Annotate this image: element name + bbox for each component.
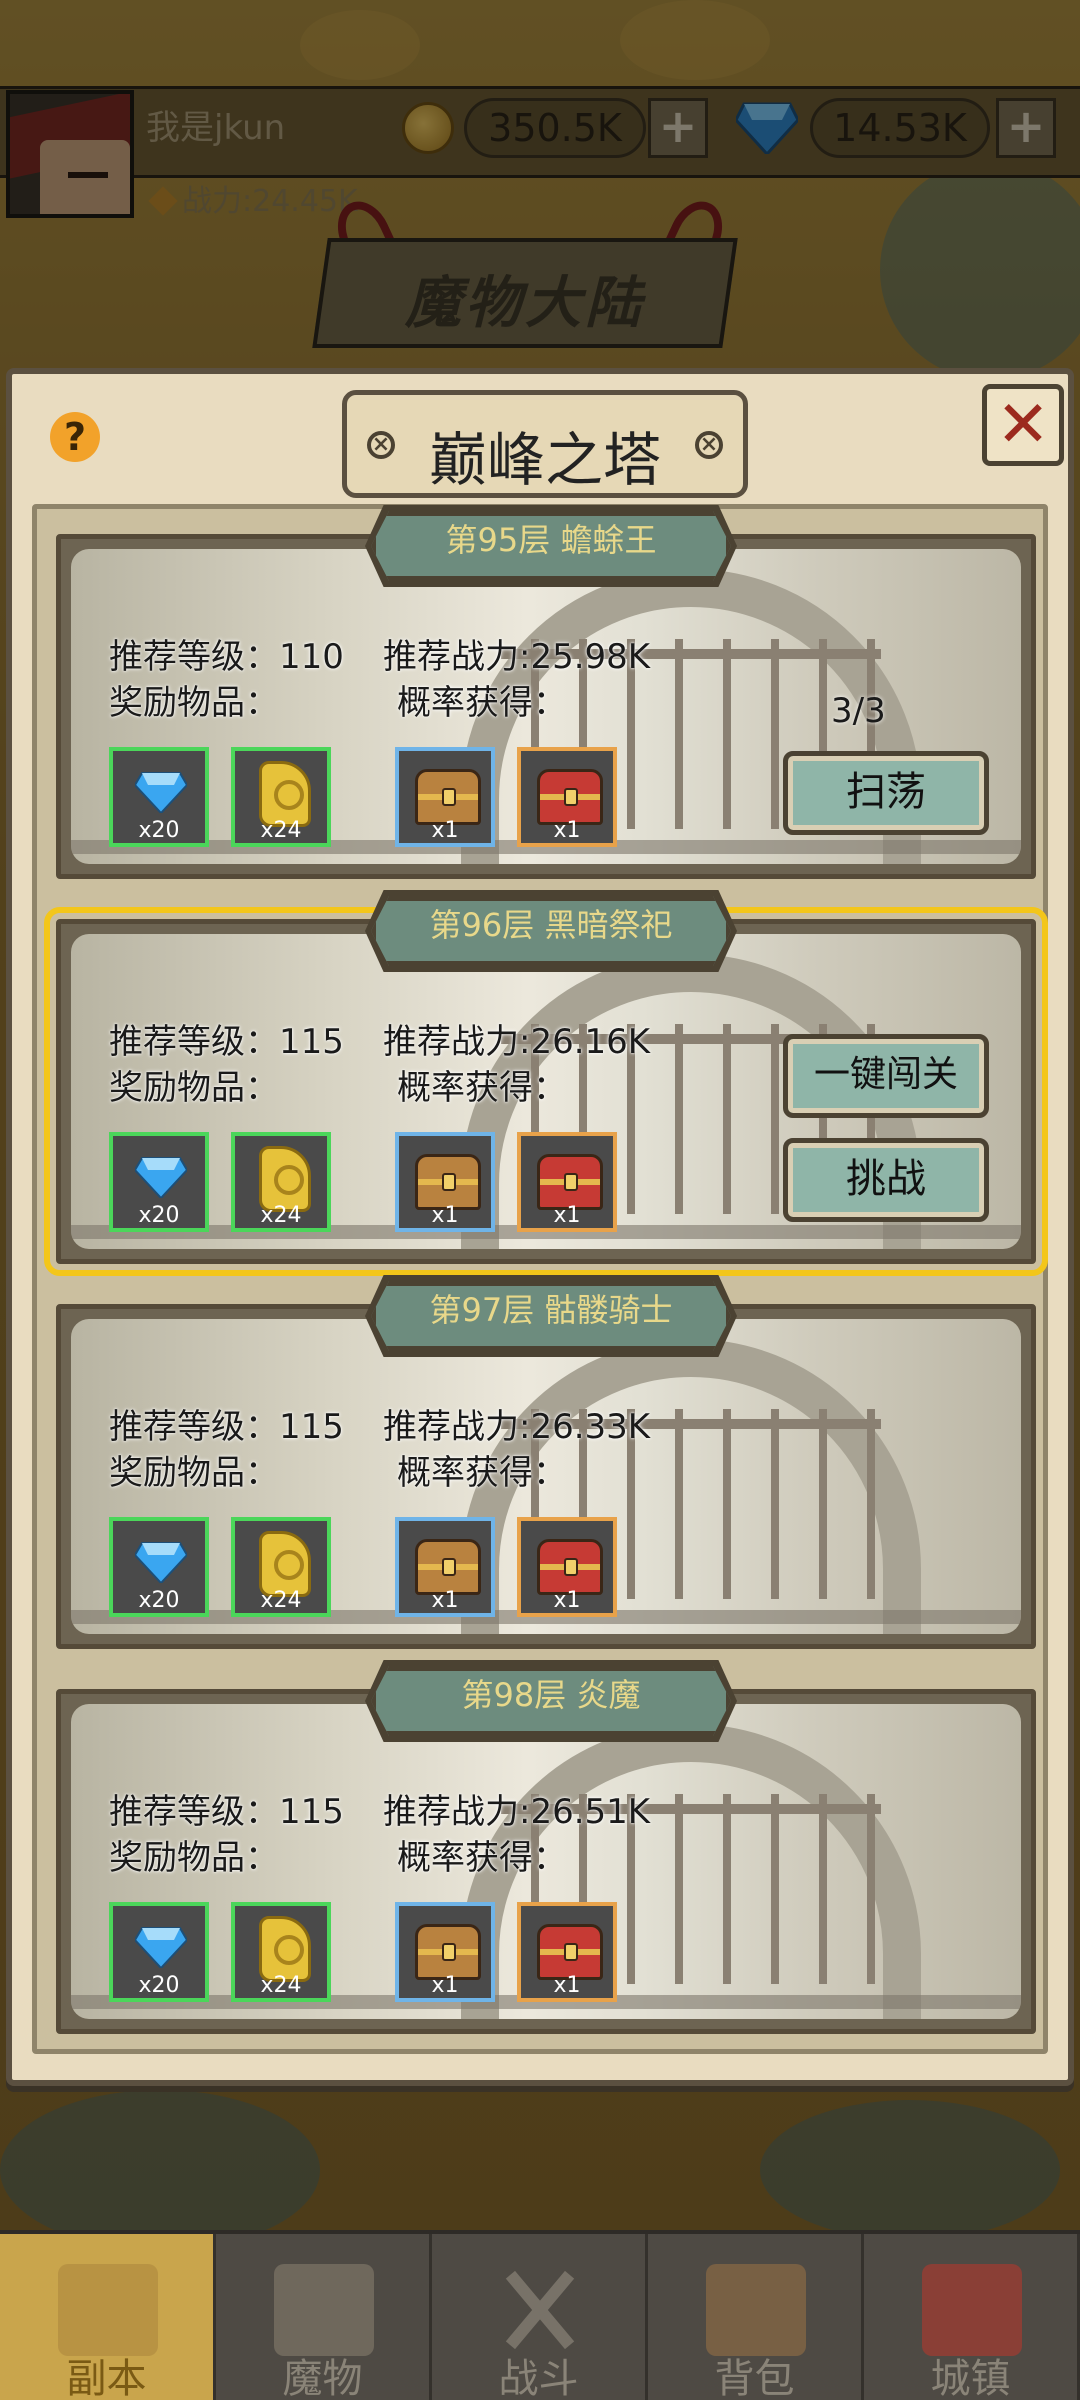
item-quantity: x1 (553, 818, 581, 843)
floor-title: 第95层 蟾蜍王 (445, 521, 657, 559)
treasure-chest-icon (415, 1539, 481, 1595)
item-quantity: x1 (553, 1588, 581, 1613)
floor-card-95[interactable]: 第95层 蟾蜍王 推荐等级：110 推荐战力:25.98K 奖励物品： 概率获得… (56, 505, 1036, 879)
chance-label: 概率获得： (397, 1068, 567, 1108)
gem-icon (135, 1542, 187, 1583)
floor-title: 第96层 黑暗祭祀 (429, 906, 673, 944)
nav-label: 城镇 (930, 2356, 1011, 2400)
drop-red-chest[interactable]: x1 (517, 1517, 617, 1617)
help-icon[interactable]: ? (50, 412, 100, 462)
reward-label: 奖励物品： (109, 683, 279, 723)
nav-backpack[interactable]: 背包 (648, 2234, 864, 2400)
nav-monster[interactable]: 魔物 (216, 2234, 432, 2400)
recommended-power: 推荐战力:26.16K (383, 1022, 651, 1062)
dialog-title: 巅峰之塔 (428, 426, 661, 494)
treasure-chest-icon (415, 1154, 481, 1210)
chance-label: 概率获得： (397, 683, 567, 723)
drop-wooden-chest[interactable]: x1 (395, 1902, 495, 2002)
one-click-clear-button[interactable]: 一键闯关 (783, 1034, 989, 1118)
reward-label: 奖励物品： (109, 1838, 279, 1878)
nav-town[interactable]: 城镇 (864, 2234, 1080, 2400)
gem-icon (135, 1157, 187, 1198)
item-quantity: x1 (431, 1588, 459, 1613)
helmet-icon (274, 2264, 374, 2356)
chance-label: 概率获得： (397, 1453, 567, 1493)
nav-battle[interactable]: 战斗 (432, 2234, 648, 2400)
treasure-chest-icon (415, 769, 481, 825)
treasure-chest-icon (537, 1154, 603, 1210)
recommended-level: 推荐等级：110 (109, 637, 344, 677)
drop-red-chest[interactable]: x1 (517, 747, 617, 847)
reward-gold-ore[interactable]: x24 (231, 747, 331, 847)
crossed-swords-icon (490, 2264, 590, 2356)
reward-gold-ore[interactable]: x24 (231, 1902, 331, 2002)
nav-label: 魔物 (282, 2356, 363, 2400)
gem-icon (135, 1927, 187, 1968)
recommended-level: 推荐等级：115 (109, 1022, 344, 1062)
item-quantity: x20 (138, 1588, 180, 1613)
item-quantity: x1 (431, 1203, 459, 1228)
item-quantity: x1 (431, 818, 459, 843)
reward-gem[interactable]: x20 (109, 1132, 209, 1232)
drop-wooden-chest[interactable]: x1 (395, 747, 495, 847)
bottom-navigation: 副本 魔物 战斗 背包 城镇 (0, 2230, 1080, 2400)
treasure-chest-icon (537, 769, 603, 825)
drop-red-chest[interactable]: x1 (517, 1902, 617, 2002)
nav-label: 战斗 (498, 2356, 579, 2400)
item-quantity: x24 (260, 1203, 302, 1228)
recommended-power: 推荐战力:26.33K (383, 1407, 651, 1447)
sweep-button[interactable]: 扫荡 (783, 751, 989, 835)
nav-dungeon[interactable]: 副本 (0, 2234, 216, 2400)
drop-wooden-chest[interactable]: x1 (395, 1132, 495, 1232)
nav-label: 副本 (66, 2356, 147, 2400)
drop-wooden-chest[interactable]: x1 (395, 1517, 495, 1617)
floor-title: 第97层 骷髅骑士 (429, 1291, 673, 1329)
item-quantity: x24 (260, 1588, 302, 1613)
item-quantity: x1 (553, 1973, 581, 1998)
floor-card-96[interactable]: 第96层 黑暗祭祀 推荐等级：115 推荐战力:26.16K 奖励物品： 概率获… (44, 890, 1048, 1276)
peak-tower-dialog: ? × 巅峰之塔 × ✕ 第95层 蟾蜍王 推荐等级：110 推荐战力:25.9… (6, 368, 1074, 2086)
treasure-chest-icon (415, 1924, 481, 1980)
reward-gem[interactable]: x20 (109, 747, 209, 847)
reward-label: 奖励物品： (109, 1453, 279, 1493)
floor-card-97[interactable]: 第97层 骷髅骑士 推荐等级：115 推荐战力:26.33K 奖励物品： 概率获… (56, 1275, 1036, 1649)
reward-gem[interactable]: x20 (109, 1902, 209, 2002)
item-quantity: x20 (138, 1973, 180, 1998)
reward-label: 奖励物品： (109, 1068, 279, 1108)
reward-gold-ore[interactable]: x24 (231, 1132, 331, 1232)
treasure-chest-icon (537, 1539, 603, 1595)
drop-red-chest[interactable]: x1 (517, 1132, 617, 1232)
shop-icon (922, 2264, 1022, 2356)
recommended-power: 推荐战力:26.51K (383, 1792, 651, 1832)
gem-icon (135, 772, 187, 813)
item-quantity: x1 (553, 1203, 581, 1228)
dialog-title-plate: × 巅峰之塔 × (342, 390, 748, 498)
item-quantity: x24 (260, 818, 302, 843)
recommended-power: 推荐战力:25.98K (383, 637, 651, 677)
sweep-count: 3/3 (831, 691, 886, 731)
item-quantity: x20 (138, 818, 180, 843)
nav-label: 背包 (714, 2356, 795, 2400)
floor-card-98[interactable]: 第98层 炎魔 推荐等级：115 推荐战力:26.51K 奖励物品： 概率获得：… (56, 1660, 1036, 2034)
close-button[interactable]: ✕ (982, 384, 1064, 466)
reward-gold-ore[interactable]: x24 (231, 1517, 331, 1617)
chance-label: 概率获得： (397, 1838, 567, 1878)
recommended-level: 推荐等级：115 (109, 1407, 344, 1447)
recommended-level: 推荐等级：115 (109, 1792, 344, 1832)
title-ornament-icon: × (695, 431, 723, 459)
challenge-button[interactable]: 挑战 (783, 1138, 989, 1222)
item-quantity: x1 (431, 1973, 459, 1998)
map-icon (58, 2264, 158, 2356)
reward-gem[interactable]: x20 (109, 1517, 209, 1617)
item-quantity: x24 (260, 1973, 302, 1998)
treasure-chest-icon (537, 1924, 603, 1980)
floor-title: 第98层 炎魔 (461, 1676, 641, 1714)
item-quantity: x20 (138, 1203, 180, 1228)
backpack-icon (706, 2264, 806, 2356)
